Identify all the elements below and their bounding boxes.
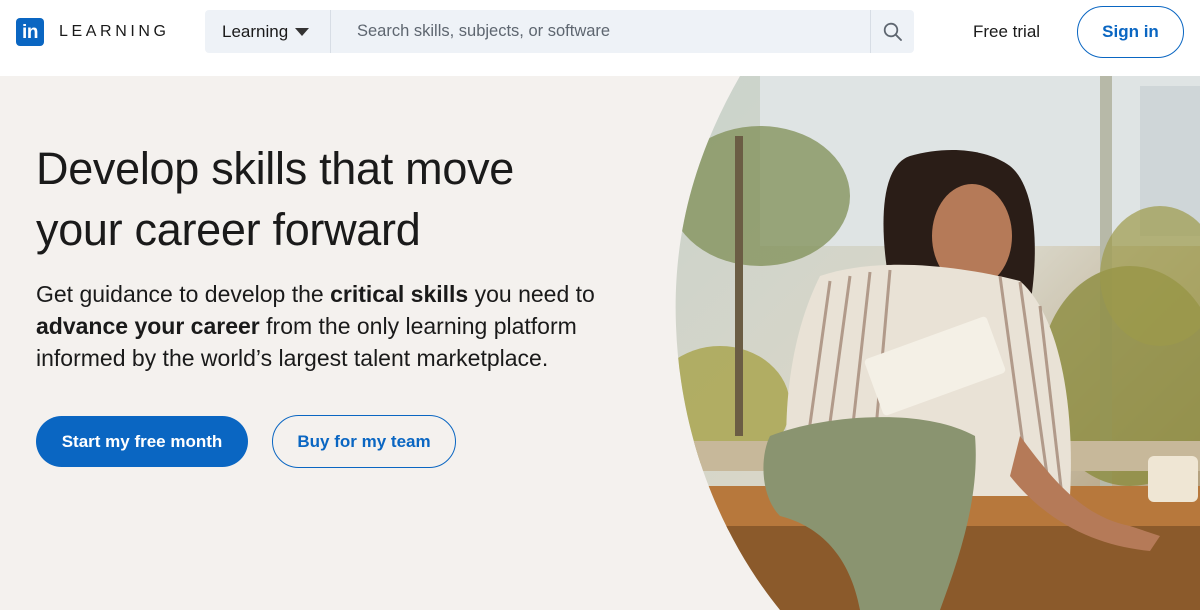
search-icon — [883, 22, 902, 41]
buy-for-team-button[interactable]: Buy for my team — [272, 415, 456, 468]
desc-bold-1: critical skills — [330, 281, 469, 307]
sign-in-button[interactable]: Sign in — [1077, 6, 1184, 58]
hero-description: Get guidance to develop the critical ski… — [36, 278, 676, 374]
desc-line-3: informed by the world’s largest talent m… — [36, 345, 549, 371]
hero-section: Develop skills that move your career for… — [0, 76, 1200, 610]
linkedin-learning-logo[interactable]: in LEARNING — [16, 18, 170, 46]
site-header: in LEARNING Learning Free trial Sign in — [0, 0, 1200, 76]
desc-part-1: Get guidance to develop the — [36, 281, 331, 307]
search-bar: Learning — [205, 10, 914, 53]
caret-down-icon — [295, 27, 310, 36]
start-free-month-button[interactable]: Start my free month — [36, 416, 248, 467]
headline-line-2: your career forward — [36, 204, 421, 255]
desc-bold-2: advance your career — [36, 313, 260, 339]
free-trial-link[interactable]: Free trial — [973, 22, 1040, 42]
desc-part-2: you need to — [468, 281, 595, 307]
desc-part-3: from the only learning platform — [259, 313, 577, 339]
hero-headline: Develop skills that move your career for… — [36, 138, 656, 260]
logo-wordmark: LEARNING — [59, 23, 170, 40]
search-button[interactable] — [870, 10, 914, 53]
search-scope-dropdown[interactable]: Learning — [205, 10, 331, 53]
headline-line-1: Develop skills that move — [36, 143, 515, 194]
search-scope-label: Learning — [222, 21, 289, 41]
linkedin-logo-icon: in — [16, 18, 44, 46]
search-input[interactable] — [331, 10, 870, 53]
